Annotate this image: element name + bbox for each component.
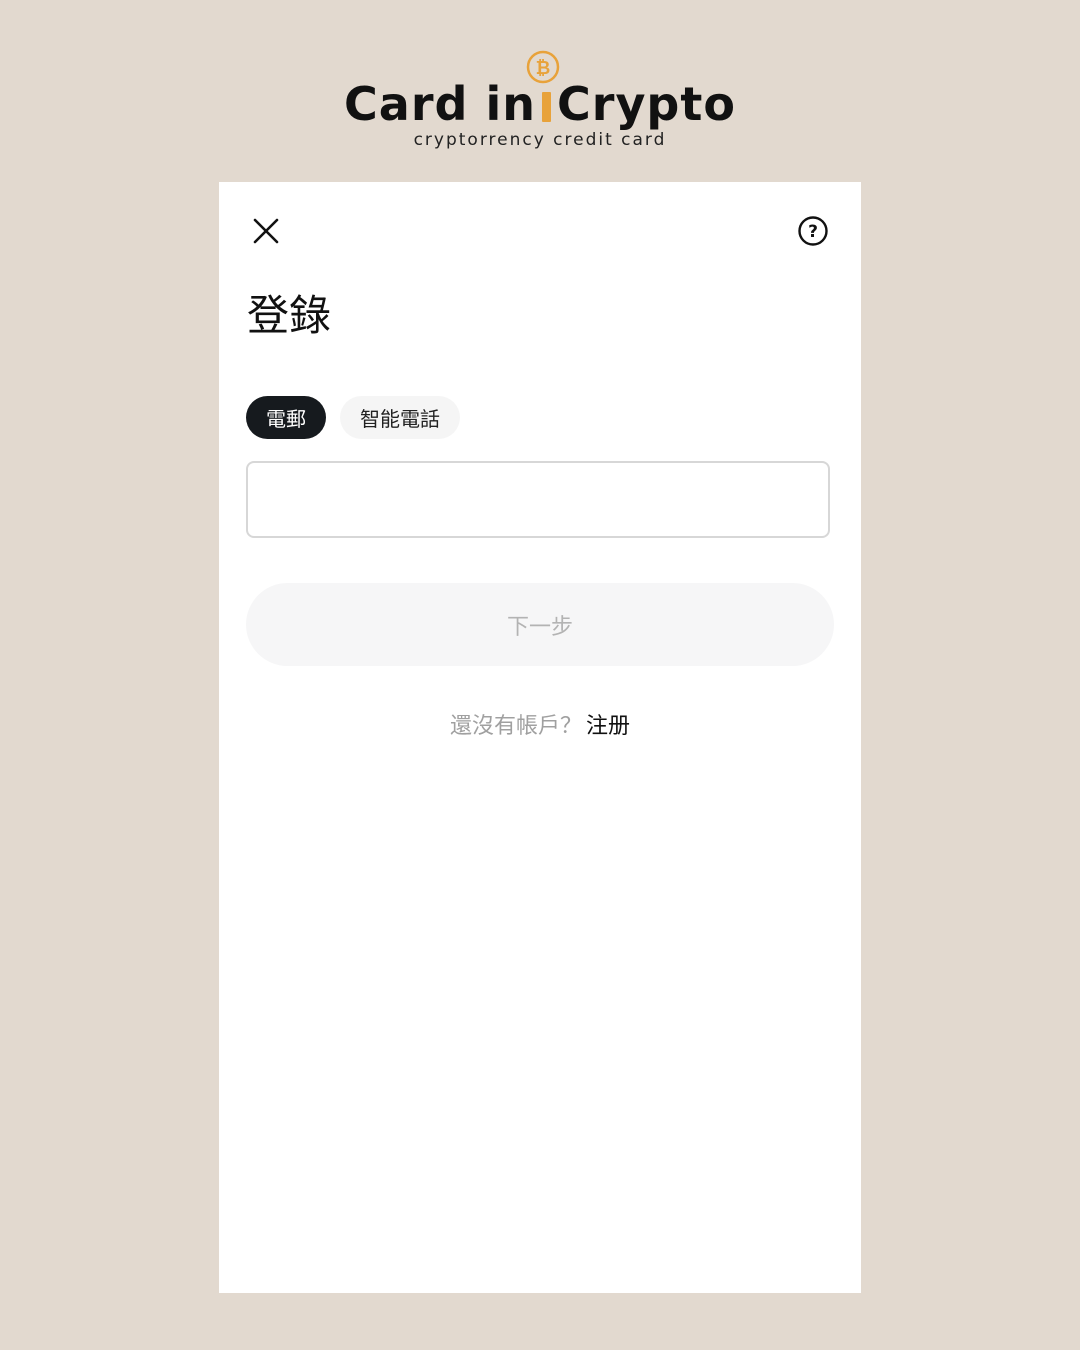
close-icon[interactable] [251,216,281,246]
logo-bar [542,92,551,122]
signup-link[interactable]: 注册 [586,714,630,739]
logo-title-left: Card in [344,77,536,131]
email-input[interactable] [246,461,830,538]
tab-email[interactable]: 電郵 [246,396,326,439]
tab-phone[interactable]: 智能電話 [340,396,460,439]
signup-prompt: 還沒有帳戶？ [449,714,582,739]
svg-text:?: ? [808,222,818,242]
login-panel: ? 登錄 電郵 智能電話 下一步 還沒有帳戶？ 注册 [219,182,861,1293]
brand-logo: ₿ Card in Crypto cryptorrency credit card [0,46,1080,156]
logo-subtitle: cryptorrency credit card [413,130,667,150]
login-method-tabs: 電郵 智能電話 [246,396,460,439]
logo-title: Card in Crypto [0,76,1080,132]
logo-title-right: Crypto [557,77,736,131]
help-icon[interactable]: ? [797,215,829,247]
next-button[interactable]: 下一步 [246,583,834,666]
page-title: 登錄 [247,291,332,340]
signup-line: 還沒有帳戶？ 注册 [219,708,861,740]
